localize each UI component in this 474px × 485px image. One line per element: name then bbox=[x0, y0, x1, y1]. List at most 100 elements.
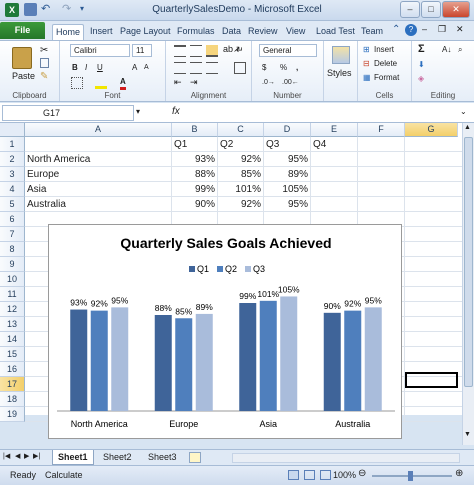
workbook-minimize-button[interactable]: – bbox=[422, 24, 427, 34]
tab-review[interactable]: Review bbox=[245, 24, 281, 40]
row-header-9[interactable]: 9 bbox=[0, 257, 25, 272]
align-right-icon[interactable] bbox=[206, 62, 218, 74]
merge-center-icon[interactable] bbox=[234, 62, 246, 74]
row-header-19[interactable]: 19 bbox=[0, 407, 25, 422]
q1-cell[interactable]: 90% bbox=[172, 197, 215, 212]
insert-function-button[interactable]: fx bbox=[172, 106, 180, 117]
q2-cell[interactable]: 92% bbox=[218, 152, 261, 167]
italic-button[interactable]: I bbox=[85, 62, 87, 73]
delete-cells-button[interactable]: Delete bbox=[374, 58, 397, 69]
tab-page-layout[interactable]: Page Layout bbox=[117, 24, 174, 40]
shrink-font-button[interactable]: A bbox=[144, 62, 149, 73]
row-header-8[interactable]: 8 bbox=[0, 242, 25, 257]
fill-icon[interactable]: ⬇ bbox=[418, 59, 425, 70]
header-cell-q3[interactable]: Q3 bbox=[266, 137, 309, 152]
region-cell[interactable]: Australia bbox=[27, 197, 172, 212]
minimize-button[interactable]: – bbox=[400, 1, 420, 18]
q1-cell[interactable]: 99% bbox=[172, 182, 215, 197]
format-cells-button[interactable]: Format bbox=[374, 72, 399, 83]
zoom-in-button[interactable]: ⊕ bbox=[455, 468, 463, 479]
header-cell-q4[interactable]: Q4 bbox=[313, 137, 356, 152]
insert-sheet-icon[interactable] bbox=[189, 452, 201, 463]
row-header-13[interactable]: 13 bbox=[0, 317, 25, 332]
zoom-slider-thumb[interactable] bbox=[408, 471, 413, 481]
scroll-thumb[interactable] bbox=[464, 137, 473, 387]
insert-cells-icon[interactable]: ⊞ bbox=[363, 44, 370, 55]
q2-cell[interactable]: 92% bbox=[218, 197, 261, 212]
sheet-tab-sheet3[interactable]: Sheet3 bbox=[143, 450, 182, 465]
zoom-level[interactable]: 100% bbox=[333, 470, 356, 480]
q3-cell[interactable]: 95% bbox=[264, 152, 308, 167]
column-header-c[interactable]: C bbox=[218, 123, 264, 137]
column-header-d[interactable]: D bbox=[264, 123, 311, 137]
align-center-icon[interactable] bbox=[190, 62, 202, 74]
format-painter-icon[interactable]: ✎ bbox=[40, 71, 52, 83]
scroll-up-icon[interactable]: ▲ bbox=[464, 124, 471, 131]
scroll-down-icon[interactable]: ▼ bbox=[464, 431, 471, 438]
normal-view-icon[interactable] bbox=[288, 470, 299, 480]
column-header-f[interactable]: F bbox=[358, 123, 405, 137]
vertical-scrollbar[interactable]: ▲ ▼ bbox=[462, 123, 474, 445]
workbook-close-button[interactable]: ✕ bbox=[456, 24, 464, 35]
borders-icon[interactable] bbox=[71, 77, 83, 89]
region-cell[interactable]: Europe bbox=[27, 167, 172, 182]
selected-cell[interactable] bbox=[405, 372, 458, 388]
row-header-14[interactable]: 14 bbox=[0, 332, 25, 347]
row-header-17[interactable]: 17 bbox=[0, 377, 25, 392]
q3-cell[interactable]: 95% bbox=[264, 197, 308, 212]
autosum-icon[interactable]: Σ bbox=[418, 44, 425, 55]
next-sheet-icon[interactable]: ▶ bbox=[24, 452, 29, 460]
sort-filter-icon[interactable]: A↓ bbox=[442, 44, 451, 55]
find-select-icon[interactable]: ⌕ bbox=[458, 44, 462, 55]
orientation-icon[interactable]: ab↗ bbox=[223, 44, 241, 56]
tab-data[interactable]: Data bbox=[219, 24, 244, 40]
number-format-select[interactable]: General bbox=[259, 44, 317, 57]
fill-color-icon[interactable] bbox=[95, 77, 107, 89]
currency-button[interactable]: $ bbox=[262, 62, 266, 73]
row-header-6[interactable]: 6 bbox=[0, 212, 25, 227]
column-header-a[interactable]: A bbox=[25, 123, 172, 137]
name-box[interactable]: G17 bbox=[2, 105, 134, 121]
styles-icon[interactable] bbox=[332, 46, 350, 64]
bold-button[interactable]: B bbox=[72, 62, 78, 73]
sheet-tab-sheet1[interactable]: Sheet1 bbox=[52, 450, 94, 465]
zoom-slider[interactable] bbox=[372, 471, 452, 481]
increase-decimal-button[interactable]: .0→ bbox=[262, 77, 275, 88]
row-header-11[interactable]: 11 bbox=[0, 287, 25, 302]
tab-view[interactable]: View bbox=[283, 24, 308, 40]
tab-formulas[interactable]: Formulas bbox=[174, 24, 218, 40]
increase-indent-icon[interactable]: ⇥ bbox=[190, 77, 202, 89]
font-name-select[interactable]: Calibri bbox=[70, 44, 130, 57]
copy-icon[interactable] bbox=[40, 58, 49, 68]
paste-icon[interactable] bbox=[12, 47, 32, 69]
styles-button[interactable]: Styles bbox=[327, 68, 352, 78]
q2-cell[interactable]: 85% bbox=[218, 167, 261, 182]
cut-icon[interactable]: ✂ bbox=[40, 45, 52, 57]
row-header-2[interactable]: 2 bbox=[0, 152, 25, 167]
namebox-dropdown-icon[interactable]: ▾ bbox=[136, 107, 140, 116]
page-break-view-icon[interactable] bbox=[320, 470, 331, 480]
tab-team[interactable]: Team bbox=[358, 24, 386, 40]
q1-cell[interactable]: 93% bbox=[172, 152, 215, 167]
chart[interactable]: Quarterly Sales Goals Achieved Q1 Q2 Q3 93% 9… bbox=[48, 224, 402, 439]
paste-button[interactable]: Paste bbox=[12, 71, 35, 81]
row-header-16[interactable]: 16 bbox=[0, 362, 25, 377]
expand-formula-icon[interactable]: ⌄ bbox=[460, 107, 467, 116]
align-top-icon[interactable] bbox=[174, 45, 186, 57]
decrease-indent-icon[interactable]: ⇤ bbox=[174, 77, 186, 89]
first-sheet-icon[interactable]: |◀ bbox=[3, 452, 10, 460]
align-left-icon[interactable] bbox=[174, 62, 186, 74]
font-size-select[interactable]: 11 bbox=[132, 44, 152, 57]
font-color-button[interactable]: A bbox=[120, 76, 126, 90]
q3-cell[interactable]: 89% bbox=[264, 167, 308, 182]
insert-cells-button[interactable]: Insert bbox=[374, 44, 394, 55]
grow-font-button[interactable]: A bbox=[132, 62, 137, 73]
tab-load-test[interactable]: Load Test bbox=[313, 24, 358, 40]
close-button[interactable]: ✕ bbox=[442, 1, 470, 18]
row-header-18[interactable]: 18 bbox=[0, 392, 25, 407]
tab-file[interactable]: File bbox=[0, 22, 45, 39]
help-icon[interactable]: ? bbox=[405, 24, 417, 36]
row-header-10[interactable]: 10 bbox=[0, 272, 25, 287]
select-all-button[interactable] bbox=[0, 123, 25, 137]
tab-insert[interactable]: Insert bbox=[87, 24, 116, 40]
